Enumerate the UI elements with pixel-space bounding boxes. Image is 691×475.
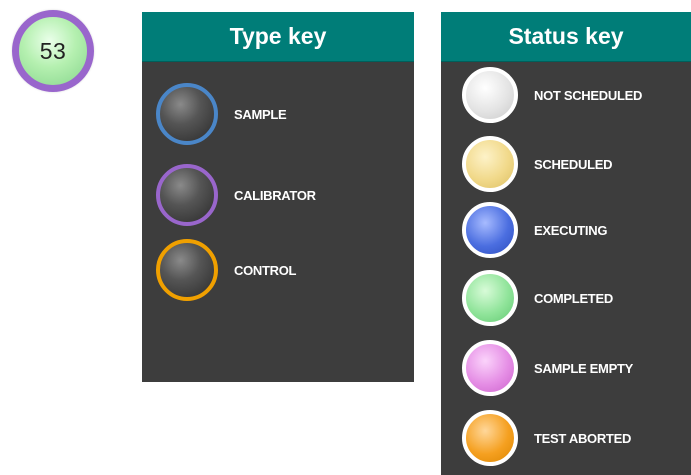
type-key-label-control: CONTROL — [234, 262, 297, 278]
status-key-label-executing: EXECUTING — [534, 222, 608, 238]
calibrator-type-circle-icon — [156, 164, 218, 226]
type-key-title: Type key — [142, 12, 414, 62]
type-key-item-control: CONTROL — [156, 239, 296, 301]
type-key-panel: Type key SAMPLE CALIBRATOR CONTROL — [142, 12, 414, 382]
type-key-label-calibrator: CALIBRATOR — [234, 187, 316, 203]
type-key-label-sample: SAMPLE — [234, 106, 287, 122]
sample-type-circle-icon — [156, 83, 218, 145]
completed-status-circle-icon — [462, 270, 518, 326]
sample-number: 53 — [39, 37, 67, 64]
status-key-panel: Status key NOT SCHEDULED SCHEDULED EXECU… — [441, 12, 691, 475]
control-type-circle-icon — [156, 239, 218, 301]
status-key-title: Status key — [441, 12, 691, 62]
type-key-item-calibrator: CALIBRATOR — [156, 164, 316, 226]
status-key-item-scheduled: SCHEDULED — [462, 136, 613, 192]
not-scheduled-status-circle-icon — [462, 67, 518, 123]
status-key-item-sample-empty: SAMPLE EMPTY — [462, 340, 633, 396]
status-key-item-not-scheduled: NOT SCHEDULED — [462, 67, 642, 123]
status-key-item-executing: EXECUTING — [462, 202, 607, 258]
status-key-label-test-aborted: TEST ABORTED — [534, 430, 632, 446]
executing-status-circle-icon — [462, 202, 518, 258]
status-key-label-completed: COMPLETED — [534, 290, 613, 306]
status-key-label-sample-empty: SAMPLE EMPTY — [534, 360, 633, 376]
test-aborted-status-circle-icon — [462, 410, 518, 466]
status-key-label-scheduled: SCHEDULED — [534, 156, 613, 172]
status-key-item-completed: COMPLETED — [462, 270, 613, 326]
status-key-label-not-scheduled: NOT SCHEDULED — [534, 87, 643, 103]
type-key-item-sample: SAMPLE — [156, 83, 287, 145]
status-key-item-test-aborted: TEST ABORTED — [462, 410, 631, 466]
sample-number-badge: 53 — [12, 10, 94, 92]
scheduled-status-circle-icon — [462, 136, 518, 192]
sample-empty-status-circle-icon — [462, 340, 518, 396]
